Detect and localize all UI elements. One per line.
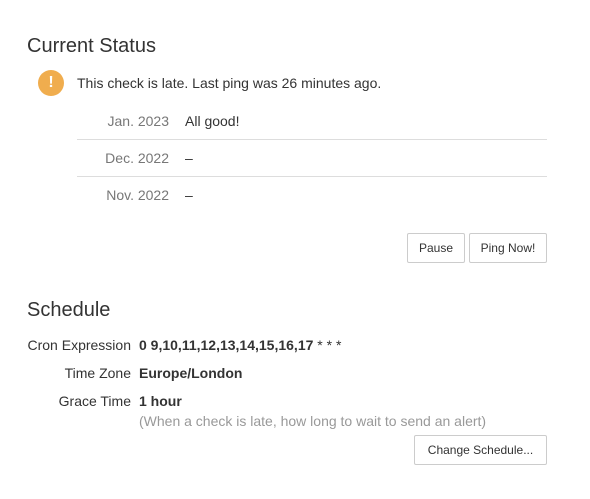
time-zone-label: Time Zone [64,365,131,381]
ping-now-button[interactable]: Ping Now! [469,233,547,263]
grace-time-value: 1 hour [139,391,182,411]
history-row: Jan. 2023 All good! [77,103,547,139]
status-history: Jan. 2023 All good! Dec. 2022 – Nov. 202… [77,103,547,213]
history-value: All good! [185,113,240,129]
cron-expression-rest: * * * [313,337,342,353]
history-date: Dec. 2022 [105,150,169,166]
grace-time-label: Grace Time [58,393,131,409]
grace-time-row: Grace Time 1 hour [0,391,182,411]
status-message: ! This check is late. Last ping was 26 m… [38,70,381,96]
pause-button[interactable]: Pause [407,233,465,263]
cron-expression-value: 0 9,10,11,12,13,14,15,16,17 * * * [139,335,341,355]
cron-expression-bold: 0 9,10,11,12,13,14,15,16,17 [139,337,314,353]
change-schedule-button[interactable]: Change Schedule... [414,435,547,465]
grace-time-bold: 1 hour [139,393,182,409]
history-value: – [185,150,193,166]
time-zone-row: Time Zone Europe/London [0,363,243,383]
cron-expression-label: Cron Expression [27,337,132,353]
history-date: Nov. 2022 [106,187,169,203]
history-row: Dec. 2022 – [77,139,547,176]
status-text: This check is late. Last ping was 26 min… [77,75,382,91]
history-date: Jan. 2023 [107,113,170,129]
history-row: Nov. 2022 – [77,176,547,213]
current-status-heading: Current Status [27,35,156,57]
cron-expression-row: Cron Expression 0 9,10,11,12,13,14,15,16… [0,335,342,355]
exclamation-circle-icon: ! [38,70,64,96]
time-zone-bold: Europe/London [139,365,243,381]
schedule-heading: Schedule [27,299,111,321]
history-value: – [185,187,193,203]
grace-time-hint: (When a check is late, how long to wait … [139,413,487,429]
time-zone-value: Europe/London [139,363,242,383]
